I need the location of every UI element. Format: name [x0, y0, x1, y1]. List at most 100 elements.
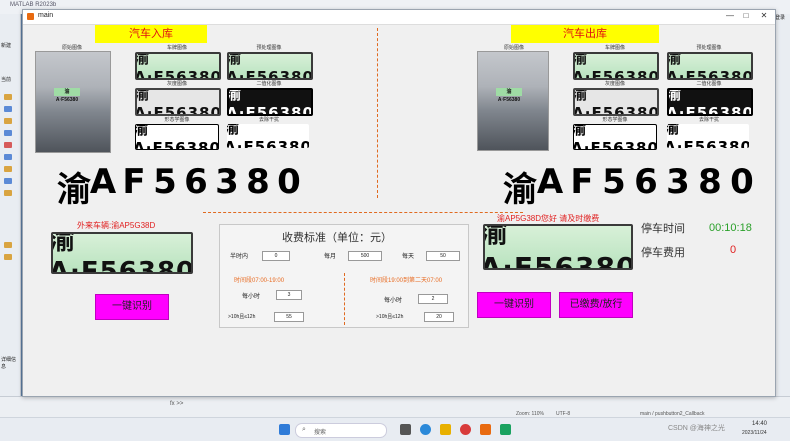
exit-car-photo: 渝A·F56380 — [477, 51, 549, 151]
night-hourly-label: 每小时 — [384, 298, 403, 304]
explorer-icon[interactable] — [440, 424, 451, 435]
chrome-icon[interactable] — [460, 424, 471, 435]
ide-details-label: 详细信息 — [1, 357, 17, 370]
file-icon[interactable] — [4, 142, 12, 148]
folder-icon[interactable] — [4, 254, 12, 260]
ide-current-label: 当前 — [1, 77, 12, 83]
file-icon[interactable] — [4, 106, 12, 112]
entry-char: A — [89, 162, 117, 202]
entry-thumb-label: 预处理图像 — [256, 45, 282, 51]
windows-start-icon[interactable] — [279, 424, 290, 435]
entry-char: F — [122, 162, 146, 202]
exit-char: 5 — [602, 162, 626, 202]
exit-plate-clean: 渝A·F56380 — [667, 124, 749, 148]
exit-char: 渝 — [503, 170, 537, 210]
entry-recognize-button[interactable]: 一键识别 — [95, 294, 169, 320]
clock-time: 14:40 — [752, 421, 768, 427]
matlab-icon[interactable] — [480, 424, 491, 435]
exit-thumb-label: 去除干扰 — [698, 117, 719, 123]
minimize-button[interactable]: — — [723, 11, 737, 20]
command-prompt[interactable]: fx >> — [170, 401, 183, 407]
folder-icon[interactable] — [4, 94, 12, 100]
exit-char: 8 — [698, 162, 722, 202]
window-title: main — [38, 12, 54, 19]
entry-thumb-label: 形态学图像 — [164, 117, 190, 123]
taskbar: ⌕ 搜索 CSDN @海神之光 14:40 2023/11/24 — [0, 417, 790, 441]
entry-plate-morph: 渝A·F56380 — [135, 124, 219, 150]
exit-recognize-button[interactable]: 一键识别 — [477, 292, 551, 318]
entry-plate-clean: 渝A·F56380 — [227, 124, 309, 148]
exit-thumb-label: 预处理图像 — [696, 45, 722, 51]
watermark: CSDN @海神之光 — [668, 425, 725, 432]
parking-fee-label: 停车费用 — [641, 247, 685, 259]
entry-plate-preprocessed: 渝A·F56380 — [227, 52, 313, 80]
taskbar-search[interactable]: ⌕ 搜索 — [295, 423, 387, 438]
entry-plate-color: 渝A·F56380 — [135, 52, 221, 80]
entry-original-label: 原始图像 — [61, 45, 82, 51]
folder-icon[interactable] — [4, 190, 12, 196]
exit-char: 6 — [634, 162, 658, 202]
entry-title: 汽车入库 — [95, 25, 207, 43]
parking-fee-value: 0 — [730, 244, 737, 256]
paid-release-button[interactable]: 已缴费/放行 — [559, 292, 633, 318]
external-vehicle-label: 外来车辆:渝AP5G38D — [77, 221, 156, 230]
exit-title: 汽车出库 — [511, 25, 659, 43]
folder-icon[interactable] — [4, 242, 12, 248]
monthly-field[interactable]: 500 — [348, 251, 382, 261]
app-icon[interactable] — [500, 424, 511, 435]
exit-char: 3 — [666, 162, 690, 202]
ide-statusbar: fx >> Zoom: 110% UTF-8 main / pushbutton… — [0, 396, 790, 418]
entry-car-photo: 渝A·F56380 — [35, 51, 111, 153]
fee-divider — [344, 273, 345, 325]
ide-right-panel: 登录 — [774, 14, 790, 406]
night-hourly-field[interactable]: 2 — [418, 294, 448, 304]
night-cap-field[interactable]: 20 — [424, 312, 454, 322]
daily-label: 每天 — [402, 254, 415, 260]
exit-plate-preprocessed: 渝A·F56380 — [667, 52, 753, 80]
exit-char: 0 — [730, 162, 754, 202]
horizontal-divider — [203, 212, 523, 213]
task-view-icon[interactable] — [400, 424, 411, 435]
clock-date: 2023/11/24 — [742, 430, 767, 436]
exit-plate-binary: 渝A·F56380 — [667, 88, 753, 116]
exit-photo-plate: 渝A·F56380 — [496, 88, 522, 103]
exit-greeting: 渝AP5G38D您好 请及时缴费 — [497, 214, 600, 223]
entry-photo-plate: 渝A·F56380 — [54, 88, 80, 103]
exit-char: A — [536, 162, 564, 202]
day-period-label: 时间段07:00-19:00 — [234, 278, 285, 284]
maximize-button[interactable]: □ — [739, 11, 753, 20]
fee-panel: 收费标准（单位：元） 半时内 0 每月 500 每天 50 时间段07:00-1… — [219, 224, 469, 328]
exit-plate-morph: 渝A·F56380 — [573, 124, 657, 150]
entry-thumb-label: 去除干扰 — [258, 117, 279, 123]
day-hourly-field[interactable]: 3 — [276, 290, 302, 300]
half-hour-field[interactable]: 0 — [262, 251, 290, 261]
ide-new-label[interactable]: 新建 — [1, 42, 11, 49]
edge-icon[interactable] — [420, 424, 431, 435]
search-placeholder: 搜索 — [314, 430, 327, 436]
exit-thumb-label: 车牌图像 — [604, 45, 625, 51]
entry-char: 5 — [153, 162, 177, 202]
ide-login-label[interactable]: 登录 — [775, 14, 785, 21]
exit-plate-color: 渝A·F56380 — [573, 52, 659, 80]
ide-left-panel: 新建 当前 详细信息 — [0, 14, 21, 406]
day-cap-label: >10h且≤12h — [228, 314, 256, 320]
exit-plate-gray: 渝A·F56380 — [573, 88, 659, 116]
exit-thumb-label: 二值化图像 — [696, 81, 722, 87]
folder-icon[interactable] — [4, 118, 12, 124]
parking-time-value: 00:10:18 — [709, 222, 752, 234]
search-icon: ⌕ — [302, 426, 306, 433]
half-hour-label: 半时内 — [230, 254, 249, 260]
close-button[interactable]: ✕ — [757, 11, 771, 20]
entry-char: 6 — [184, 162, 208, 202]
entry-char: 渝 — [57, 170, 91, 210]
file-icon[interactable] — [4, 130, 12, 136]
file-icon[interactable] — [4, 178, 12, 184]
entry-result-plate: 渝A·F56380 — [51, 232, 193, 274]
daily-field[interactable]: 50 — [426, 251, 460, 261]
entry-plate-gray: 渝A·F56380 — [135, 88, 221, 116]
file-icon[interactable] — [4, 154, 12, 160]
entry-plate-binary: 渝A·F56380 — [227, 88, 313, 116]
day-cap-field[interactable]: 55 — [274, 312, 304, 322]
entry-char: 8 — [246, 162, 270, 202]
folder-icon[interactable] — [4, 166, 12, 172]
